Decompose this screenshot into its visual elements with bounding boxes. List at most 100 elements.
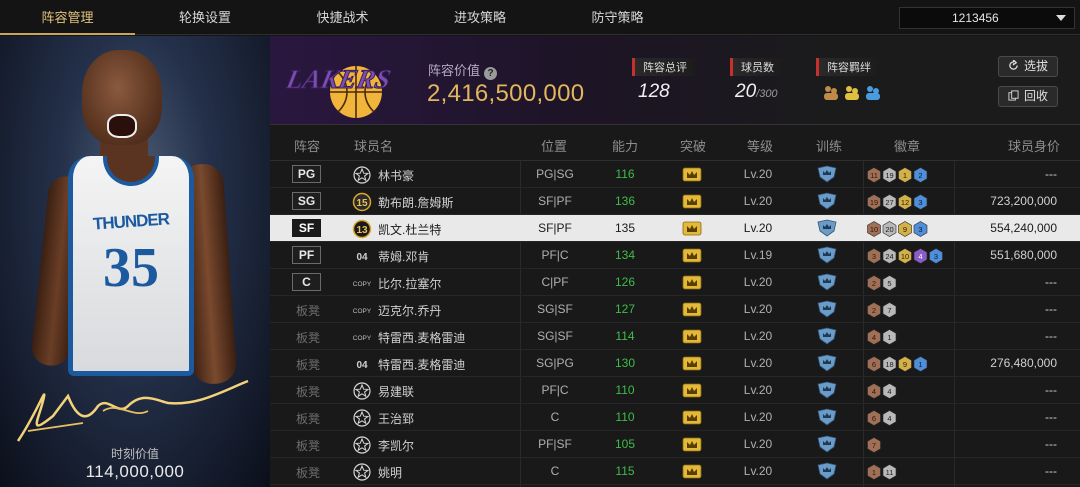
player-value: --- [1045,410,1057,424]
tab-defense[interactable]: 防守策略 [550,0,685,35]
badge-count: 4 [887,387,891,396]
col-training: 训练 [816,139,843,154]
player-jersey: THUNDER 35 [68,156,194,376]
badge-count: 5 [887,279,891,288]
training-shield-icon[interactable] [816,300,838,318]
help-icon[interactable]: ? [484,67,498,80]
col-breakthrough[interactable]: 突破 [680,136,706,155]
table-row[interactable]: 板凳 04 特雷西.麦格雷迪 SG|PG 130 Lv.20 276,480,000 6 18 9… [270,350,1080,377]
badge-count: 6 [872,414,876,423]
team-rating-label: 阵容总评 [632,58,695,76]
table-row[interactable]: 板凳 姚明 C 115 Lv.20 --- 1 11 [270,458,1080,485]
table-row[interactable]: SG 15 勒布朗.詹姆斯 SF|PF 136 Lv.20 723,200,000 19 27 1… [270,188,1080,215]
table-row[interactable]: C COPY 比尔.拉塞尔 C|PF 126 Lv.20 --- 2 5 [270,269,1080,296]
table-row[interactable]: 板凳 易建联 PF|C 110 Lv.20 --- 4 4 [270,377,1080,404]
training-shield-icon[interactable] [816,408,838,426]
table-row[interactable]: SF 13 凯文.杜兰特 SF|PF 135 Lv.20 554,240,000 10 20 9 3 [270,215,1080,242]
table-row[interactable]: 板凳 李凯尔 PF|SF 105 Lv.20 --- 7 [270,431,1080,458]
bench-label: 板凳 [296,385,321,399]
player-name: 易建联 [378,385,415,399]
table-row[interactable]: 板凳 COPY 特雷西.麦格雷迪 SG|SF 114 Lv.20 --- 4 1 [270,323,1080,350]
player-position: SG|PG [536,356,574,370]
col-name: 球员名 [354,139,394,154]
copy-tag-text: COPY [353,308,372,315]
training-shield-icon[interactable] [816,435,838,453]
training-shield-icon[interactable] [816,354,838,372]
breakthrough-crown-icon[interactable] [682,383,702,398]
recycle-button-label: 回收 [1023,89,1048,103]
col-power[interactable]: 能力 [612,136,638,155]
breakthrough-crown-icon[interactable] [682,194,702,209]
badge-list[interactable]: 10 20 9 3 [866,219,958,239]
badge-count: 3 [918,198,922,207]
badge-list[interactable]: 6 18 9 1 [866,354,958,374]
badge-count: 24 [885,252,893,261]
breakthrough-crown-icon[interactable] [682,221,702,236]
col-level[interactable]: 等级 [747,136,773,155]
player-level: Lv.20 [743,167,773,181]
breakthrough-crown-icon[interactable] [682,275,702,290]
player-count-value: 20 [735,81,757,102]
badge-list[interactable]: 19 27 12 3 [866,192,958,212]
badge-list[interactable]: 3 24 10 4 3 [866,246,958,266]
col-value[interactable]: 球员身价 [1008,136,1060,155]
badge-list[interactable]: 64 [866,408,958,428]
table-row[interactable]: 板凳 COPY 迈克尔.乔丹 SG|SF 127 Lv.20 --- 2 7 [270,296,1080,323]
badge-count: 18 [885,360,893,369]
table-row[interactable]: 板凳 王治郅 C 110 Lv.20 --- 6 4 [270,404,1080,431]
player-power: 115 [615,464,635,478]
bond-icons[interactable] [822,83,892,103]
breakthrough-crown-icon[interactable] [682,356,702,371]
card-number-text: 04 [356,252,368,263]
badge-list[interactable]: 1 11 [866,462,958,482]
player-count: 20/300 [735,81,778,103]
breakthrough-crown-icon[interactable] [682,167,702,182]
tab-quick-tactics[interactable]: 快捷战术 [275,0,410,35]
slot-badge: PF [292,246,321,264]
recycle-button[interactable]: 回收 [998,86,1058,107]
player-position: C [550,464,560,478]
account-dropdown[interactable]: 1213456 [899,7,1075,29]
training-shield-icon[interactable] [816,165,838,183]
player-position: C|PF [541,275,569,289]
player-power: 135 [614,221,636,235]
badge-list[interactable]: 27 [866,300,958,320]
breakthrough-crown-icon[interactable] [682,302,702,317]
breakthrough-crown-icon[interactable] [682,248,702,263]
breakthrough-crown-icon[interactable] [682,437,702,452]
badge-count: 2 [918,171,922,180]
badge-list[interactable]: 41 [866,327,958,347]
star-icon [353,463,371,481]
player-name: 比尔.拉塞尔 [378,277,442,291]
table-row[interactable]: PG 林书豪 PG|SG 116 Lv.20 --- 11 19 1 2 [270,161,1080,188]
table-row[interactable]: PF 04 蒂姆.邓肯 PF|C 134 Lv.19 551,680,000 3 24 10 4 3 [270,242,1080,269]
training-shield-icon[interactable] [816,327,838,345]
tab-roster[interactable]: 阵容管理 [0,0,135,35]
training-shield-icon[interactable] [816,219,838,237]
breakthrough-crown-icon[interactable] [682,464,702,479]
tab-offense[interactable]: 进攻策略 [410,0,550,35]
badge-list[interactable]: 25 [866,273,958,293]
breakthrough-crown-icon[interactable] [682,329,702,344]
team-rating: 128 [638,81,670,102]
badge-list[interactable]: 11 19 1 2 [866,165,958,185]
training-shield-icon[interactable] [816,246,838,264]
breakthrough-crown-icon[interactable] [682,410,702,425]
select-button[interactable]: 选拔 [998,56,1058,77]
training-shield-icon[interactable] [816,192,838,210]
col-position[interactable]: 位置 [541,136,567,155]
badge-list[interactable]: 44 [866,381,958,401]
badge-count: 2 [872,306,876,315]
training-shield-icon[interactable] [816,273,838,291]
player-value: --- [1045,302,1057,316]
tab-rotation[interactable]: 轮换设置 [135,0,275,35]
bench-label: 板凳 [296,412,321,426]
training-shield-icon[interactable] [816,381,838,399]
badge-list[interactable]: 7 [866,435,958,455]
badge-count: 1 [872,468,876,477]
badge-count: 9 [903,225,907,234]
featured-player-card[interactable]: THUNDER 35 时刻价值 114,000,000 [0,36,270,487]
player-power: 114 [615,329,635,343]
badge-count: 12 [901,198,909,207]
training-shield-icon[interactable] [816,462,838,480]
